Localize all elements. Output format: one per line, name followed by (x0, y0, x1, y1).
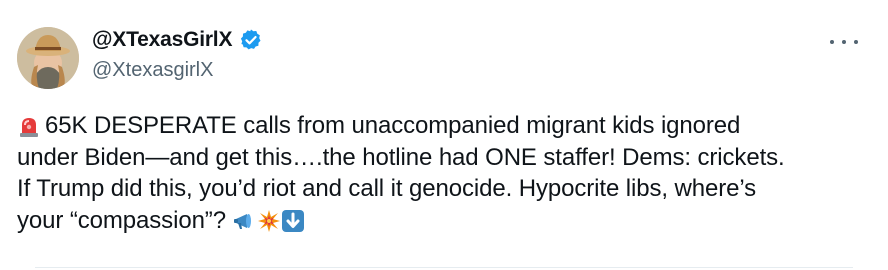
verified-badge-icon (241, 29, 261, 50)
collision-emoji-icon (257, 209, 280, 232)
more-dot (842, 40, 846, 44)
tweet-line-1-text: 65K DESPERATE calls from unaccompanied m… (45, 112, 741, 139)
tweet-line-2: under Biden—and get this….the hotline ha… (17, 143, 785, 171)
tweet-line-1: 65K DESPERATE calls from unaccompanied m… (17, 110, 867, 142)
bottom-divider (35, 267, 853, 268)
tweet-line-4: your “compassion”? (17, 205, 867, 237)
police-car-light-emoji-icon (20, 118, 38, 137)
author-avatar[interactable] (17, 27, 79, 89)
author-handle[interactable]: @XtexasgirlX (92, 59, 213, 82)
more-dot (854, 40, 858, 44)
megaphone-emoji-icon (233, 213, 251, 229)
tweet-line-4-text: your “compassion”? (17, 206, 233, 234)
down-arrow-emoji-icon (281, 209, 304, 232)
author-display-name[interactable]: @XTexasGirlX (92, 28, 232, 52)
tweet-text: 65K DESPERATE calls from unaccompanied m… (17, 110, 867, 236)
more-options-button[interactable] (830, 32, 858, 52)
more-dots-icon (830, 40, 834, 44)
avatar-photo-icon (17, 27, 79, 89)
tweet-line-3: If Trump did this, you’d riot and call i… (17, 175, 757, 202)
author-name-row: @XTexasGirlX (92, 28, 263, 52)
tweet-card: @XTexasGirlX @XtexasgirlX 65K DESPERATE … (0, 0, 888, 270)
